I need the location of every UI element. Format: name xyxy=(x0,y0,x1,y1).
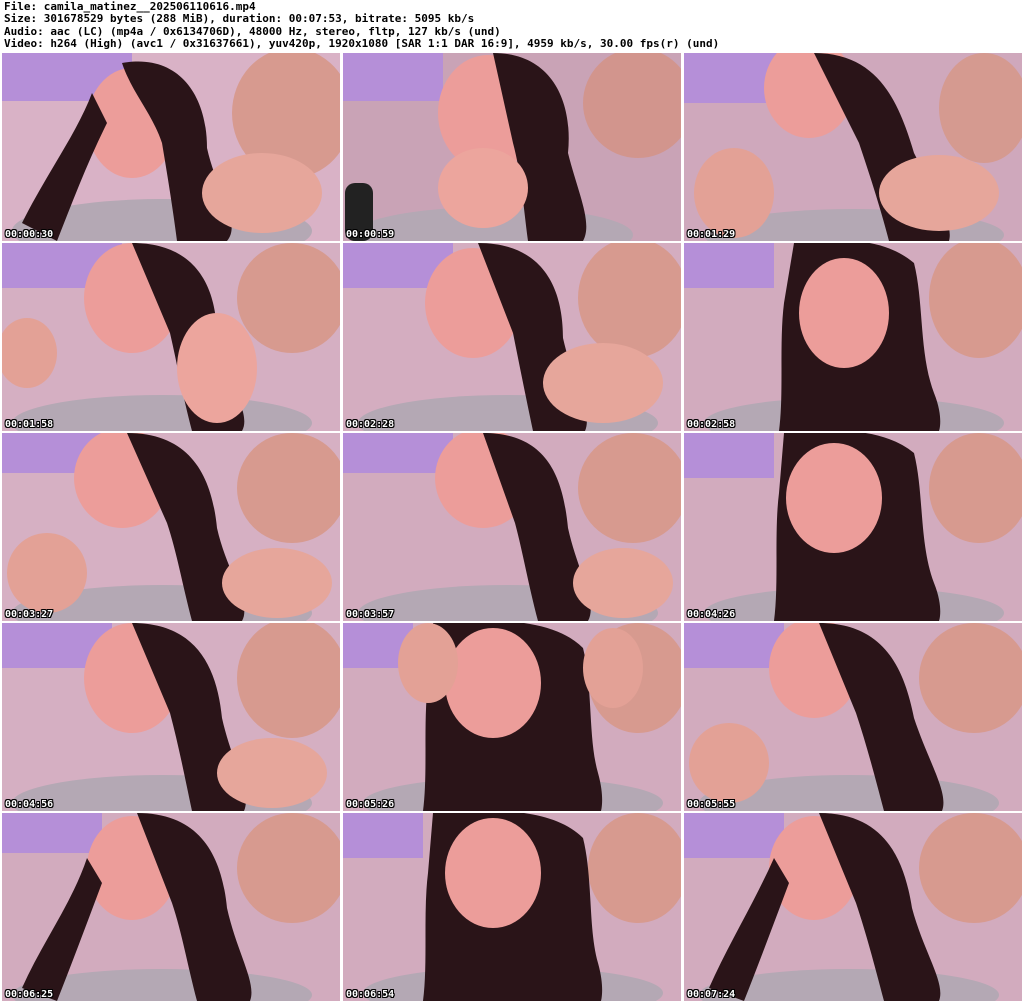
video-thumbnail: 00:02:28 xyxy=(343,243,681,431)
timestamp-label: 00:06:25 xyxy=(5,989,54,1000)
frame-image xyxy=(684,813,1022,1001)
timestamp-label: 00:02:58 xyxy=(687,419,736,430)
video-thumbnail: 00:04:56 xyxy=(2,623,340,811)
timestamp-label: 00:05:26 xyxy=(346,799,395,810)
timestamp-label: 00:04:56 xyxy=(5,799,54,810)
frame-image xyxy=(2,813,340,1001)
video-thumbnail: 00:00:59 xyxy=(343,53,681,241)
timestamp-label: 00:00:30 xyxy=(5,229,54,240)
thumbnail-grid: 00:00:30 00:00:59 00:01:29 00:01:58 00:0… xyxy=(2,53,1022,1003)
frame-image xyxy=(343,623,681,811)
frame-image xyxy=(2,243,340,431)
frame-image xyxy=(684,243,1022,431)
timestamp-label: 00:05:55 xyxy=(687,799,736,810)
video-thumbnail: 00:06:54 xyxy=(343,813,681,1001)
frame-image xyxy=(2,433,340,621)
frame-image xyxy=(684,433,1022,621)
timestamp-label: 00:03:57 xyxy=(346,609,395,620)
video-thumbnail: 00:03:27 xyxy=(2,433,340,621)
file-name-line: File: camila_matinez__202506110616.mp4 xyxy=(4,1,256,13)
timestamp-label: 00:01:58 xyxy=(5,419,54,430)
timestamp-label: 00:01:29 xyxy=(687,229,736,240)
frame-image xyxy=(343,813,681,1001)
video-thumbnail: 00:07:24 xyxy=(684,813,1022,1001)
timestamp-label: 00:02:28 xyxy=(346,419,395,430)
frame-image xyxy=(343,243,681,431)
audio-info-line: Audio: aac (LC) (mp4a / 0x6134706D), 480… xyxy=(4,25,501,38)
video-thumbnail: 00:06:25 xyxy=(2,813,340,1001)
timestamp-label: 00:03:27 xyxy=(5,609,54,620)
video-thumbnail: 00:04:26 xyxy=(684,433,1022,621)
timestamp-label: 00:04:26 xyxy=(687,609,736,620)
frame-image xyxy=(2,623,340,811)
file-size-line: Size: 301678529 bytes (288 MiB), duratio… xyxy=(4,13,475,26)
video-thumbnail: 00:01:29 xyxy=(684,53,1022,241)
timestamp-label: 00:06:54 xyxy=(346,989,395,1000)
frame-image xyxy=(2,53,340,241)
video-thumbnail: 00:05:55 xyxy=(684,623,1022,811)
frame-image xyxy=(343,53,681,241)
frame-image xyxy=(684,623,1022,811)
video-thumbnail: 00:02:58 xyxy=(684,243,1022,431)
file-info-header: File: camila_matinez__202506110616.mp4 S… xyxy=(4,1,1020,51)
video-info-line: Video: h264 (High) (avc1 / 0x31637661), … xyxy=(4,38,720,51)
frame-image xyxy=(684,53,1022,241)
video-thumbnail: 00:01:58 xyxy=(2,243,340,431)
video-thumbnail: 00:00:30 xyxy=(2,53,340,241)
timestamp-label: 00:07:24 xyxy=(687,989,736,1000)
video-thumbnail: 00:03:57 xyxy=(343,433,681,621)
frame-image xyxy=(343,433,681,621)
timestamp-label: 00:00:59 xyxy=(346,229,395,240)
video-thumbnail: 00:05:26 xyxy=(343,623,681,811)
